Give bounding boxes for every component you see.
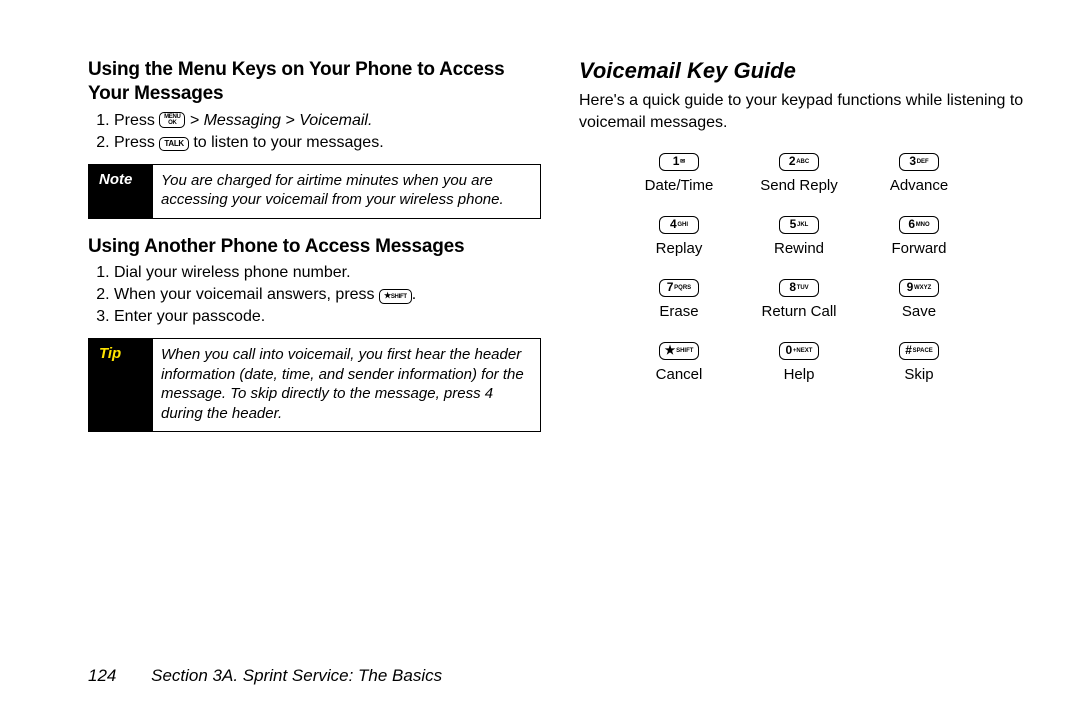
note-callout: Note You are charged for airtime minutes… bbox=[88, 164, 541, 219]
b-step-1: Dial your wireless phone number. bbox=[114, 264, 539, 282]
key-guide-grid: 1✉ Date/Time 2ABC Send Reply 3DEF Advance 4GHI… bbox=[629, 153, 1030, 383]
keypad-cell: 0+NEXT Help bbox=[749, 342, 849, 383]
keypad-cell: 5JKL Rewind bbox=[749, 216, 849, 257]
keypad-key-label: Cancel bbox=[629, 366, 729, 383]
step1-prefix: Press bbox=[114, 112, 159, 129]
keypad-key-label: Skip bbox=[869, 366, 969, 383]
keypad-key-label: Date/Time bbox=[629, 177, 729, 194]
keypad-cell: 4GHI Replay bbox=[629, 216, 729, 257]
keypad-cell: 8TUV Return Call bbox=[749, 279, 849, 320]
keypad-key-icon: 7PQRS bbox=[659, 279, 699, 297]
b-step-2: When your voicemail answers, press ★SHIF… bbox=[114, 286, 539, 304]
heading-key-guide: Voicemail Key Guide bbox=[579, 58, 1030, 84]
heading-another-phone: Using Another Phone to Access Messages bbox=[88, 235, 539, 259]
keypad-key-icon: 4GHI bbox=[659, 216, 699, 234]
keypad-cell: 3DEF Advance bbox=[869, 153, 969, 194]
keypad-cell: #SPACE Skip bbox=[869, 342, 969, 383]
talk-key-icon: TALK bbox=[159, 137, 189, 151]
keypad-key-icon: ★SHIFT bbox=[659, 342, 699, 360]
keypad-cell: 2ABC Send Reply bbox=[749, 153, 849, 194]
steps-menu-keys: Press MENUOK > Messaging > Voicemail. Pr… bbox=[88, 112, 539, 152]
page-footer: 124 Section 3A. Sprint Service: The Basi… bbox=[88, 666, 442, 686]
right-column: Voicemail Key Guide Here's a quick guide… bbox=[579, 58, 1030, 448]
keypad-key-icon: 6MNO bbox=[899, 216, 939, 234]
step-2: Press TALK to listen to your messages. bbox=[114, 134, 539, 152]
keypad-key-label: Rewind bbox=[749, 240, 849, 257]
step2-prefix: Press bbox=[114, 134, 159, 151]
menu-ok-key-icon: MENUOK bbox=[159, 112, 185, 128]
keypad-key-icon: 2ABC bbox=[779, 153, 819, 171]
tip-text: When you call into voicemail, you first … bbox=[153, 339, 540, 431]
b-step-3: Enter your passcode. bbox=[114, 308, 539, 326]
heading-menu-keys: Using the Menu Keys on Your Phone to Acc… bbox=[88, 58, 539, 106]
page-number: 124 bbox=[88, 666, 116, 685]
keypad-key-label: Replay bbox=[629, 240, 729, 257]
tip-label: Tip bbox=[89, 339, 153, 431]
keypad-key-label: Send Reply bbox=[749, 177, 849, 194]
keypad-key-icon: 8TUV bbox=[779, 279, 819, 297]
star-shift-key-icon: ★SHIFT bbox=[379, 289, 412, 304]
note-label: Note bbox=[89, 165, 153, 218]
steps-another-phone: Dial your wireless phone number. When yo… bbox=[88, 264, 539, 326]
step1-path: > Messaging > Voicemail. bbox=[185, 112, 372, 129]
keypad-key-label: Erase bbox=[629, 303, 729, 320]
keypad-key-icon: 9WXYZ bbox=[899, 279, 939, 297]
keypad-cell: ★SHIFT Cancel bbox=[629, 342, 729, 383]
section-title: Section 3A. Sprint Service: The Basics bbox=[151, 666, 442, 685]
keypad-cell: 1✉ Date/Time bbox=[629, 153, 729, 194]
keypad-key-label: Help bbox=[749, 366, 849, 383]
b-step2-prefix: When your voicemail answers, press bbox=[114, 286, 379, 303]
keypad-key-label: Advance bbox=[869, 177, 969, 194]
b-step2-suffix: . bbox=[412, 286, 416, 303]
keypad-key-label: Save bbox=[869, 303, 969, 320]
keypad-key-icon: 3DEF bbox=[899, 153, 939, 171]
tip-callout: Tip When you call into voicemail, you fi… bbox=[88, 338, 541, 432]
keypad-cell: 9WXYZ Save bbox=[869, 279, 969, 320]
key-guide-intro: Here's a quick guide to your keypad func… bbox=[579, 90, 1030, 133]
keypad-cell: 7PQRS Erase bbox=[629, 279, 729, 320]
keypad-key-label: Forward bbox=[869, 240, 969, 257]
keypad-key-icon: 1✉ bbox=[659, 153, 699, 171]
note-text: You are charged for airtime minutes when… bbox=[153, 165, 540, 218]
step2-suffix: to listen to your messages. bbox=[189, 134, 384, 151]
left-column: Using the Menu Keys on Your Phone to Acc… bbox=[88, 58, 539, 448]
keypad-key-label: Return Call bbox=[749, 303, 849, 320]
keypad-key-icon: #SPACE bbox=[899, 342, 939, 360]
keypad-key-icon: 5JKL bbox=[779, 216, 819, 234]
step-1: Press MENUOK > Messaging > Voicemail. bbox=[114, 112, 539, 130]
keypad-cell: 6MNO Forward bbox=[869, 216, 969, 257]
keypad-key-icon: 0+NEXT bbox=[779, 342, 819, 360]
